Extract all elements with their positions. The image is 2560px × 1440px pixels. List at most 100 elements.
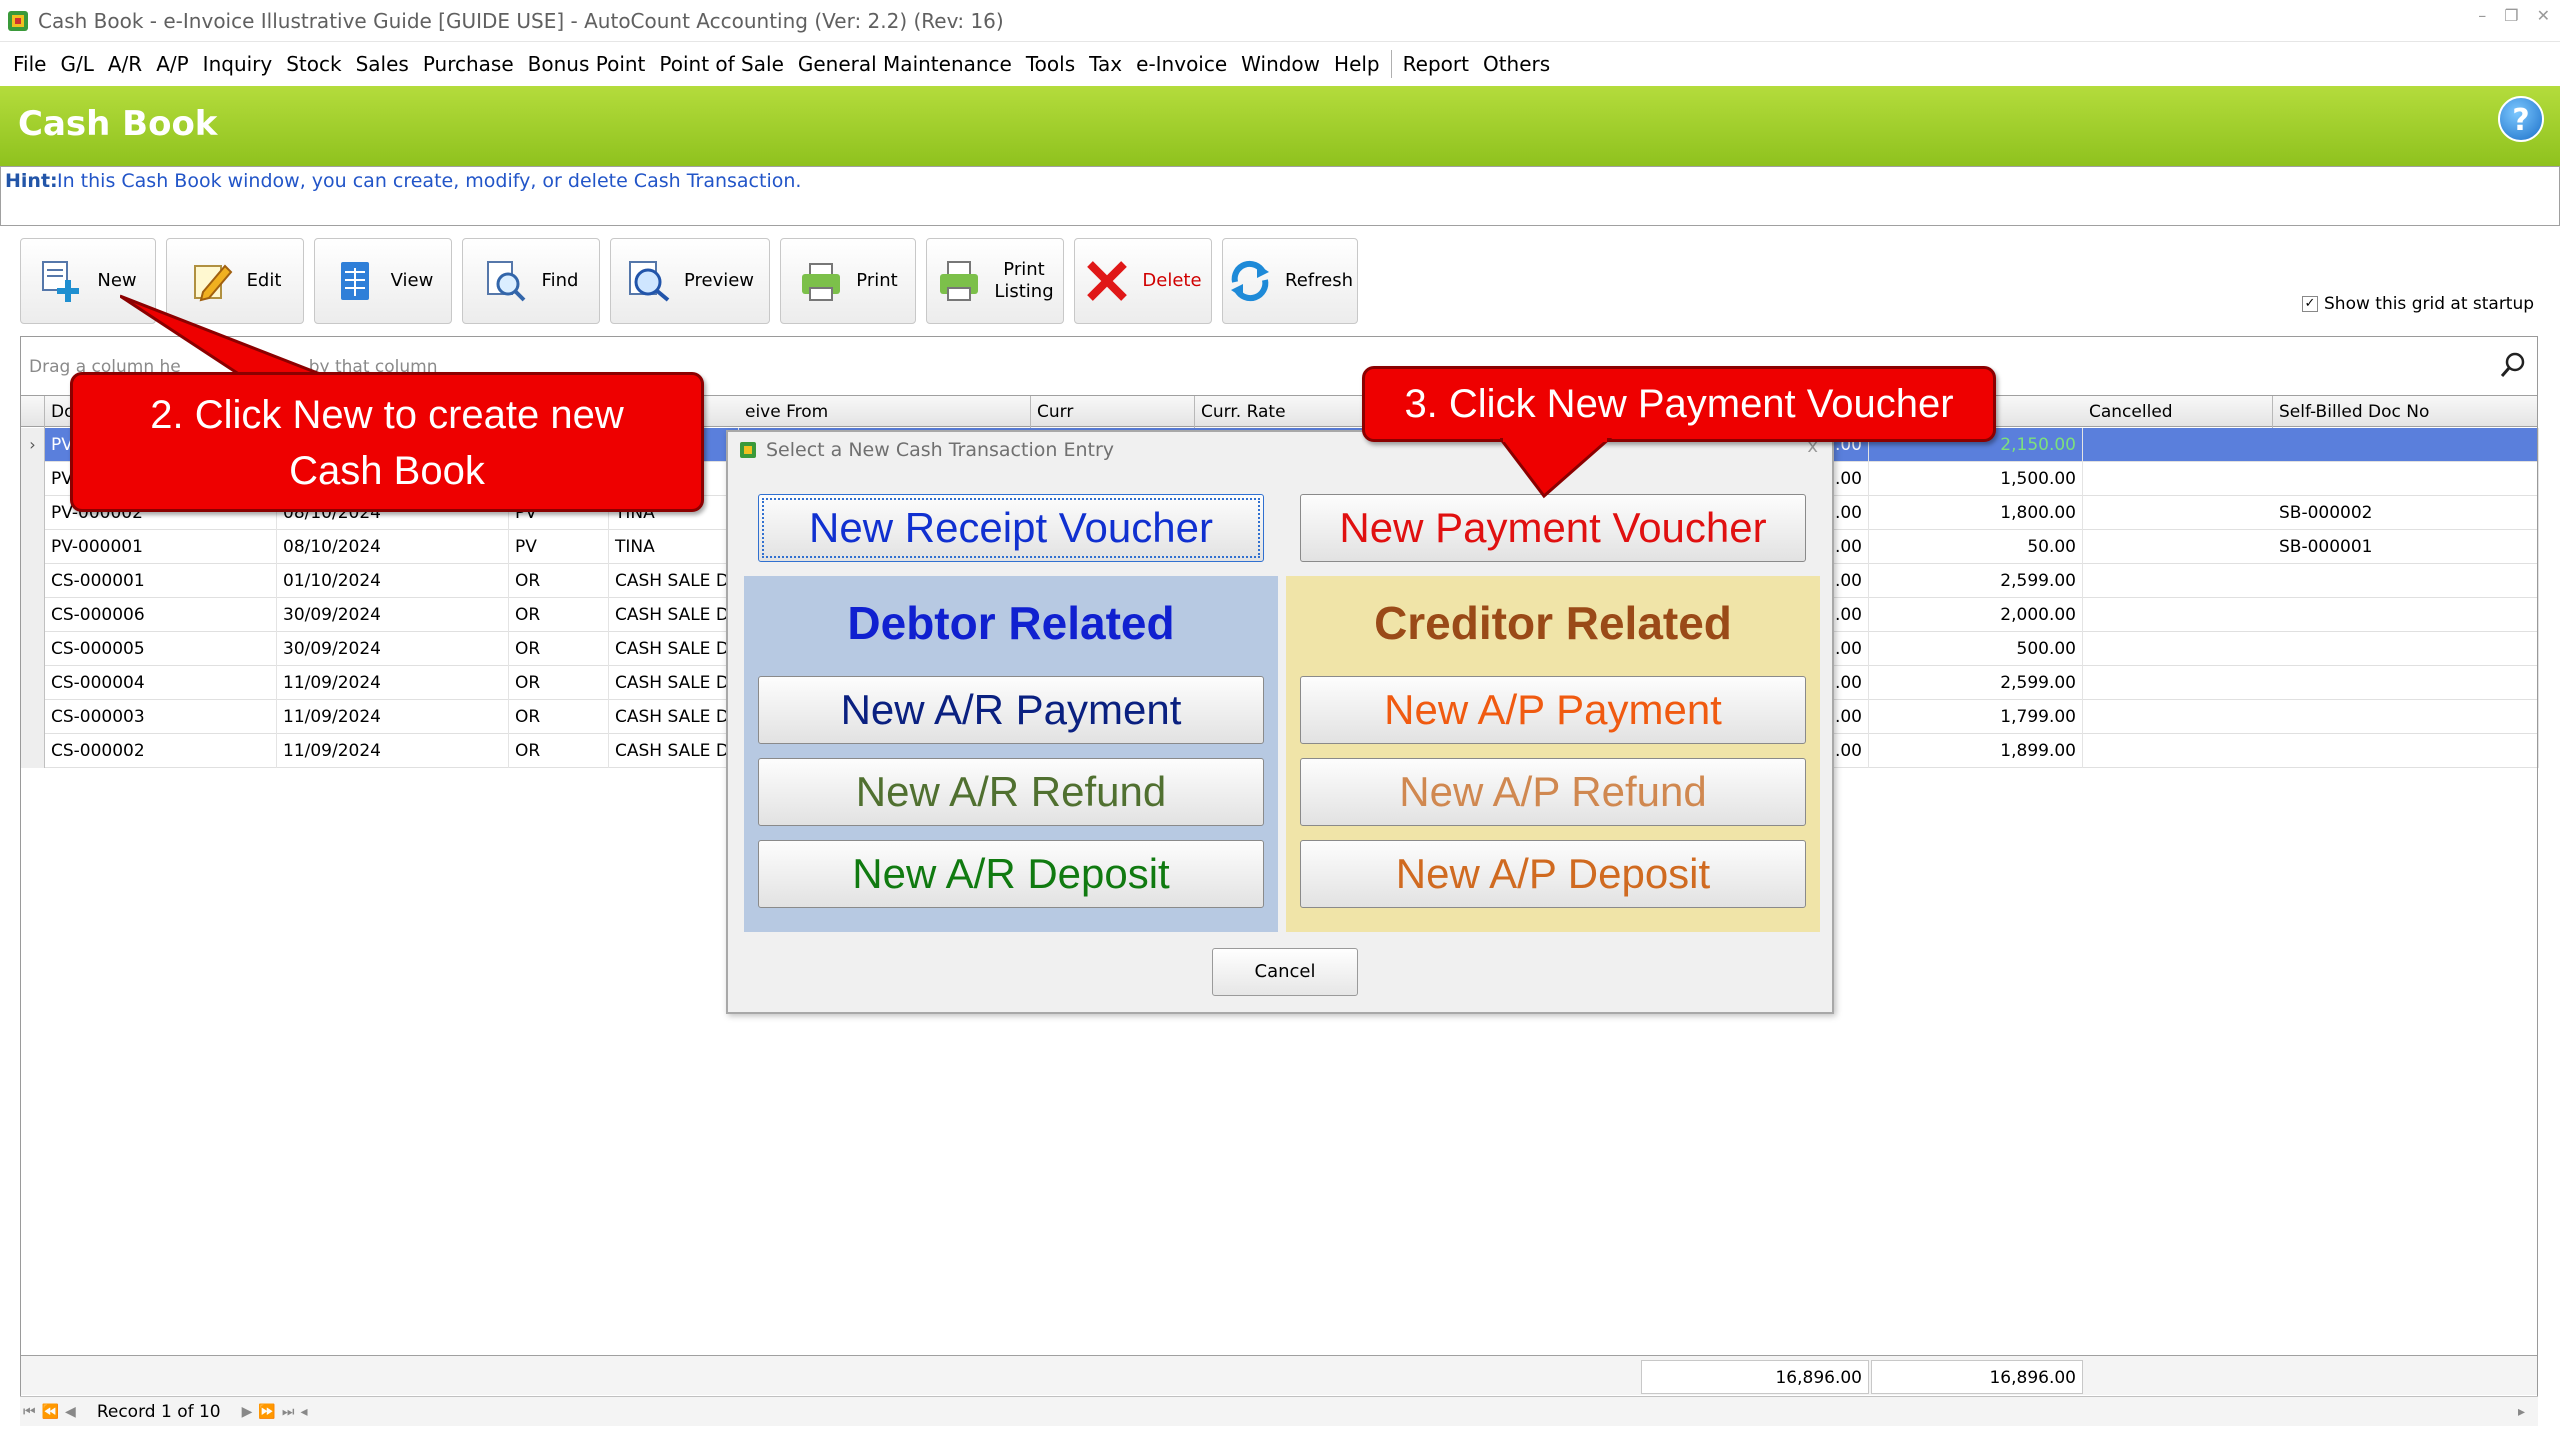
preview-magnifier-icon xyxy=(626,258,672,304)
menu-ar[interactable]: A/R xyxy=(101,52,149,76)
last-record-icon[interactable]: ⏭ xyxy=(279,1404,298,1420)
total-local-amount: 16,896.00 xyxy=(1641,1360,1869,1394)
new-ar-payment-button[interactable]: New A/R Payment xyxy=(758,676,1264,744)
scroll-left-icon[interactable]: ◂ xyxy=(297,1404,310,1420)
cell-date: 11/09/2024 xyxy=(277,734,509,768)
menu-help[interactable]: Help xyxy=(1327,52,1387,76)
cell-receive-from: CASH SALE DE xyxy=(609,700,739,734)
show-grid-startup-label: Show this grid at startup xyxy=(2324,294,2535,314)
new-ap-refund-button[interactable]: New A/P Refund xyxy=(1300,758,1806,826)
next-record-icon[interactable]: ▶ xyxy=(239,1404,256,1420)
cell-amount: 2,599.00 xyxy=(1869,666,2083,700)
cancel-button[interactable]: Cancel xyxy=(1212,948,1358,996)
show-grid-startup-option[interactable]: ✓ Show this grid at startup xyxy=(2302,294,2534,314)
minimize-icon[interactable]: – xyxy=(2478,6,2486,25)
print-button[interactable]: Print xyxy=(780,238,916,324)
printer-listing-icon xyxy=(936,258,982,304)
menu-file[interactable]: File xyxy=(6,52,53,76)
show-grid-startup-checkbox[interactable]: ✓ xyxy=(2302,296,2318,312)
menu-purchase[interactable]: Purchase xyxy=(416,52,521,76)
row-indicator[interactable] xyxy=(21,700,45,734)
column-currency[interactable]: Curr xyxy=(1031,396,1195,428)
column-receive-from[interactable]: eive From xyxy=(739,396,1031,428)
menu-stock[interactable]: Stock xyxy=(279,52,348,76)
menu-ap[interactable]: A/P xyxy=(149,52,195,76)
cell-amount: 500.00 xyxy=(1869,632,2083,666)
find-button[interactable]: Find xyxy=(462,238,600,324)
cell-doc-no: CS-000004 xyxy=(45,666,277,700)
help-icon[interactable]: ? xyxy=(2498,96,2544,142)
cell-self-billed-doc-no: SB-000002 xyxy=(2273,496,2539,530)
record-counter: Record 1 of 10 xyxy=(96,1401,221,1422)
print-listing-button[interactable]: Print Listing xyxy=(926,238,1064,324)
delete-button[interactable]: Delete xyxy=(1074,238,1212,324)
cell-self-billed-doc-no xyxy=(2273,462,2539,496)
callout-step-2-line1: 2. Click New to create new xyxy=(150,393,624,437)
menu-others[interactable]: Others xyxy=(1476,52,1557,76)
cell-date: 30/09/2024 xyxy=(277,632,509,666)
cell-amount: 1,899.00 xyxy=(1869,734,2083,768)
refresh-button[interactable]: Refresh xyxy=(1222,238,1358,324)
close-icon[interactable]: ✕ xyxy=(2537,6,2550,25)
new-document-icon xyxy=(39,258,85,304)
cell-date: 11/09/2024 xyxy=(277,700,509,734)
new-receipt-voucher-button[interactable]: New Receipt Voucher xyxy=(758,494,1264,562)
next-page-icon[interactable]: ⏩ xyxy=(255,1404,278,1420)
menu-general-maintenance[interactable]: General Maintenance xyxy=(791,52,1019,76)
cell-self-billed-doc-no xyxy=(2273,632,2539,666)
print-listing-label: Print Listing xyxy=(994,259,1053,303)
hint-label: Hint: xyxy=(5,170,58,192)
menu-point-of-sale[interactable]: Point of Sale xyxy=(652,52,790,76)
row-indicator[interactable] xyxy=(21,462,45,496)
menu-gl[interactable]: G/L xyxy=(53,52,100,76)
callout-step-2: 2. Click New to create new Cash Book xyxy=(70,372,704,512)
row-indicator-header xyxy=(21,396,45,428)
search-icon[interactable] xyxy=(2499,351,2527,379)
cell-self-billed-doc-no xyxy=(2273,700,2539,734)
row-indicator[interactable] xyxy=(21,734,45,768)
column-self-billed-doc-no[interactable]: Self-Billed Doc No xyxy=(2273,396,2539,428)
menu-window[interactable]: Window xyxy=(1234,52,1327,76)
cell-doc-no: CS-000003 xyxy=(45,700,277,734)
prev-page-icon[interactable]: ⏪ xyxy=(39,1404,62,1420)
row-indicator[interactable] xyxy=(21,496,45,530)
row-indicator[interactable] xyxy=(21,530,45,564)
cell-date: 30/09/2024 xyxy=(277,598,509,632)
cell-date: 01/10/2024 xyxy=(277,564,509,598)
restore-icon[interactable]: ❐ xyxy=(2504,6,2518,25)
row-indicator[interactable] xyxy=(21,666,45,700)
callout-step-2-line2: Cash Book xyxy=(289,449,485,493)
prev-record-icon[interactable]: ◀ xyxy=(62,1404,79,1420)
cell-doc-no: CS-000002 xyxy=(45,734,277,768)
new-payment-voucher-button[interactable]: New Payment Voucher xyxy=(1300,494,1806,562)
find-magnifier-icon xyxy=(484,258,530,304)
menu-separator xyxy=(1390,50,1392,78)
cell-type: OR xyxy=(509,734,609,768)
cell-amount: 2,599.00 xyxy=(1869,564,2083,598)
new-ap-deposit-button[interactable]: New A/P Deposit xyxy=(1300,840,1806,908)
creditor-related-title: Creditor Related xyxy=(1374,597,1732,649)
window-controls: – ❐ ✕ xyxy=(2478,6,2550,25)
preview-button[interactable]: Preview xyxy=(610,238,770,324)
menu-tax[interactable]: Tax xyxy=(1082,52,1129,76)
row-indicator[interactable] xyxy=(21,564,45,598)
cell-type: OR xyxy=(509,700,609,734)
row-indicator[interactable]: › xyxy=(21,428,45,462)
menu-e-invoice[interactable]: e-Invoice xyxy=(1129,52,1234,76)
new-ar-refund-button[interactable]: New A/R Refund xyxy=(758,758,1264,826)
new-ar-deposit-button[interactable]: New A/R Deposit xyxy=(758,840,1264,908)
cell-receive-from: CASH SALE DE xyxy=(609,632,739,666)
menu-bonus-point[interactable]: Bonus Point xyxy=(521,52,653,76)
row-indicator[interactable] xyxy=(21,632,45,666)
menu-tools[interactable]: Tools xyxy=(1019,52,1082,76)
cell-date: 11/09/2024 xyxy=(277,666,509,700)
row-indicator[interactable] xyxy=(21,598,45,632)
menu-inquiry[interactable]: Inquiry xyxy=(196,52,280,76)
cell-doc-no: PV-000001 xyxy=(45,530,277,564)
menu-report[interactable]: Report xyxy=(1396,52,1476,76)
column-cancelled[interactable]: Cancelled xyxy=(2083,396,2273,428)
scroll-right-icon[interactable]: ▸ xyxy=(2515,1404,2528,1420)
first-record-icon[interactable]: ⏮ xyxy=(20,1404,39,1420)
new-ap-payment-button[interactable]: New A/P Payment xyxy=(1300,676,1806,744)
menu-sales[interactable]: Sales xyxy=(349,52,416,76)
